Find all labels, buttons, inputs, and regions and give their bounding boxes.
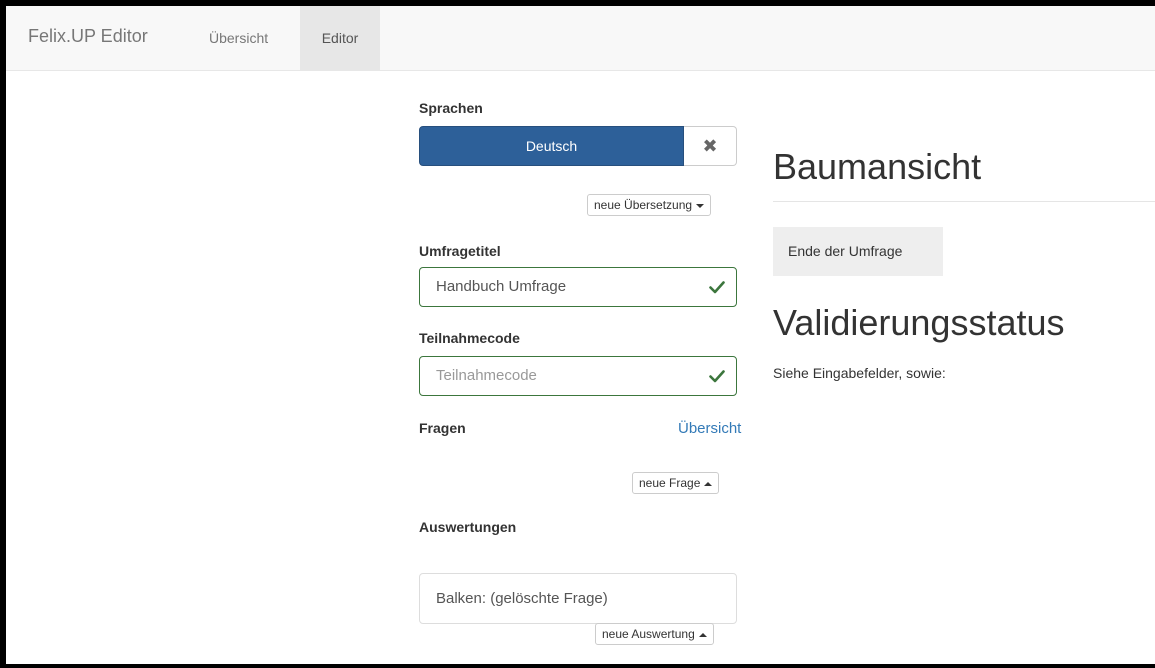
top-navbar: Felix.UP Editor Übersicht Editor [6,6,1155,71]
caret-down-icon [696,203,705,208]
questions-overview-link[interactable]: Übersicht [678,420,741,437]
new-evaluation-label: neue Auswertung [602,627,695,641]
caret-up-icon [698,632,707,637]
survey-title-input[interactable]: Handbuch Umfrage [419,267,737,307]
validation-text: Siehe Eingabefelder, sowie: [773,365,946,381]
evaluations-label: Auswertungen [419,519,517,535]
new-translation-dropdown[interactable]: neue Übersetzung [587,194,712,216]
check-icon [709,370,725,383]
new-question-dropdown[interactable]: neue Frage [632,472,720,494]
validation-heading: Validierungsstatus [773,302,1065,343]
new-question-label: neue Frage [639,476,701,490]
survey-title-value: Handbuch Umfrage [436,278,567,295]
participation-code-placeholder: Teilnahmecode [436,367,537,384]
new-evaluation-dropdown[interactable]: neue Auswertung [595,623,714,645]
participation-code-label: Teilnahmecode [419,330,520,346]
nav-overview[interactable]: Übersicht [194,6,294,70]
new-translation-label: neue Übersetzung [594,198,693,212]
survey-end-node[interactable]: Ende der Umfrage [773,227,943,276]
check-icon [709,281,725,294]
participation-code-input[interactable]: Teilnahmecode [419,356,737,396]
divider [773,201,1155,202]
app-window: Felix.UP Editor Übersicht Editor Sprache… [6,6,1155,664]
tree-view-heading: Baumansicht [773,146,982,187]
language-deutsch-button[interactable]: Deutsch [419,126,684,166]
survey-title-label: Umfragetitel [419,243,501,259]
brand-link[interactable]: Felix.UP Editor [28,26,148,47]
close-icon: ✖ [702,136,718,156]
languages-label: Sprachen [419,100,483,116]
evaluation-item[interactable]: Balken: (gelöschte Frage) [436,574,608,623]
nav-editor[interactable]: Editor [300,6,380,70]
evaluations-list: Balken: (gelöschte Frage) [419,573,737,624]
language-selector: Deutsch ✖ [419,126,737,166]
remove-language-button[interactable]: ✖ [684,126,737,166]
caret-up-icon [704,481,713,486]
questions-label: Fragen [419,420,466,436]
